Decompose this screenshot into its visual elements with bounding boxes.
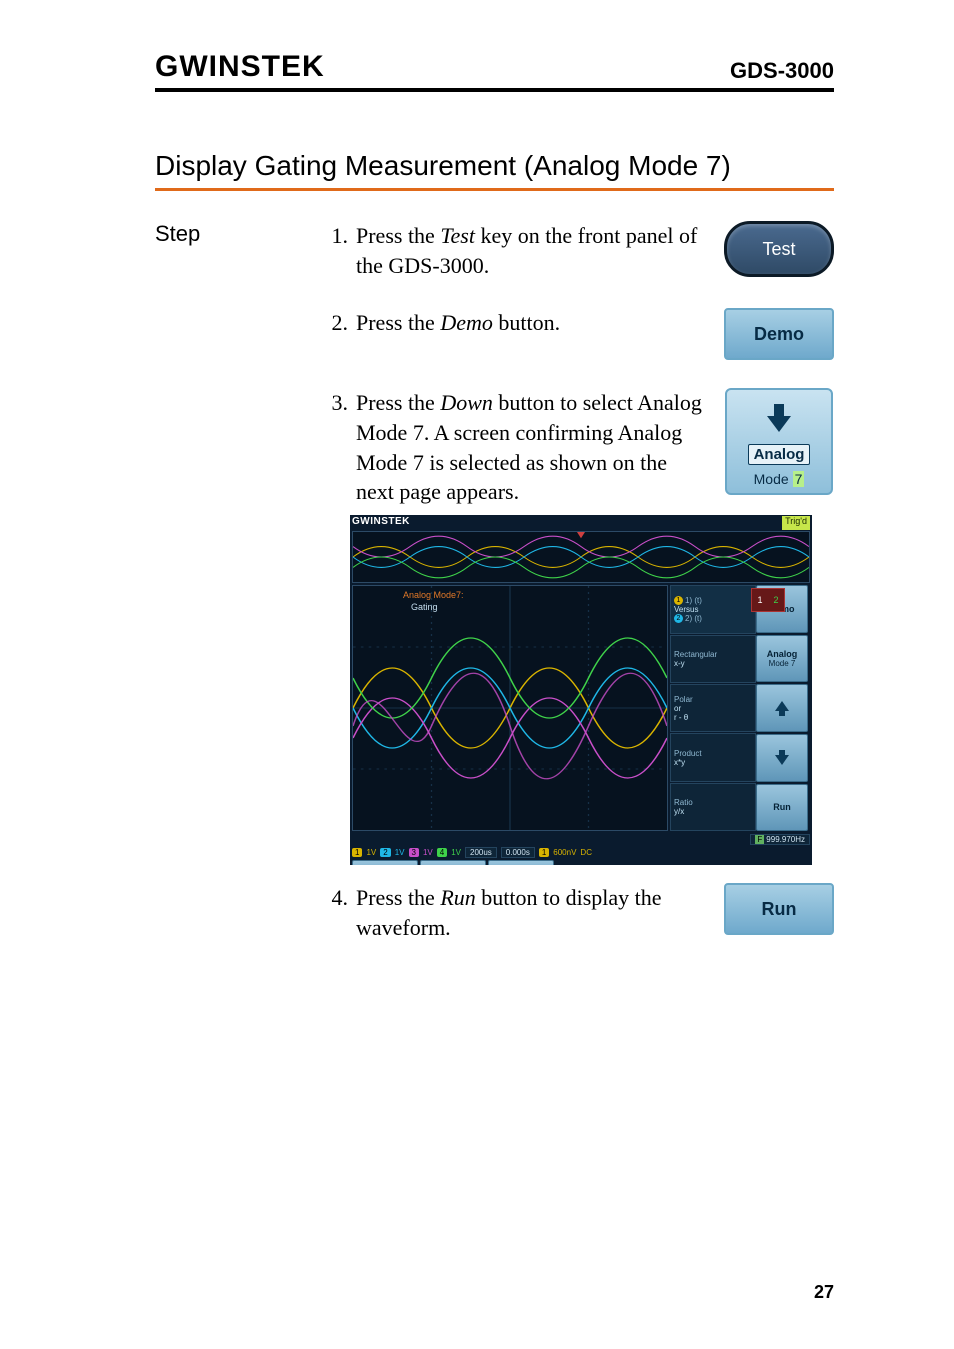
scope-side-label: Run xyxy=(773,802,791,812)
scope-side-up xyxy=(756,684,808,732)
scope-overview-strip xyxy=(352,531,810,583)
scope-trig-status: Trig'd xyxy=(782,516,810,530)
scope-menu-sub: Versus xyxy=(674,605,752,614)
mode-number: 7 xyxy=(793,471,805,487)
scope-mode-sub: Gating xyxy=(411,602,438,612)
step-number: 4. xyxy=(320,883,356,942)
scope-side-label: Analog xyxy=(767,649,798,659)
scope-side-down xyxy=(756,734,808,782)
section-rule xyxy=(155,188,834,191)
scope-menu-title: Polar xyxy=(674,695,752,704)
test-key-graphic: Test xyxy=(724,221,834,277)
scope-sel-a: 1 xyxy=(752,589,768,611)
scope-menu-item: Ratio y/x xyxy=(670,783,756,831)
step-row-2: 2. Press the Demo button. Demo xyxy=(155,308,834,360)
scope-menu-item: 1 1) (t) Versus 2 2) (t) 1 xyxy=(670,585,756,633)
scope-ch2-val: 1V xyxy=(395,848,405,857)
scope-side-menu: Demo Analog Mode 7 Run xyxy=(756,585,808,831)
step-row-4: 4. Press the Run button to display the w… xyxy=(155,883,834,942)
scope-delay: 0.000s xyxy=(501,847,535,858)
scope-ch3: 3 xyxy=(409,848,419,857)
step-paragraph: Press the Test key on the front panel of… xyxy=(356,221,706,280)
scope-ch1-val: 1V xyxy=(366,848,376,857)
scope-ch3-val: 1V xyxy=(423,848,433,857)
scope-bottom-app: APP. xyxy=(352,860,418,865)
step-number: 3. xyxy=(320,388,356,507)
down-arrow-icon xyxy=(773,749,791,767)
scope-menu-item: Polar or r - θ xyxy=(670,684,756,732)
down-arrow-icon xyxy=(759,398,799,438)
brand-text: GWINSTEK xyxy=(155,50,325,84)
step-number: 2. xyxy=(320,308,356,338)
run-button-graphic: Run xyxy=(724,883,834,935)
step-text-pre: Press the xyxy=(356,885,440,910)
up-arrow-icon xyxy=(773,699,791,717)
scope-trig-coupling: DC xyxy=(580,848,592,857)
demo-button-graphic: Demo xyxy=(724,308,834,360)
test-key-label: Test xyxy=(762,239,795,260)
scope-bottom-power: Power Analysis xyxy=(420,860,486,865)
scope-menu-sub: x*y xyxy=(674,758,752,767)
step-paragraph: Press the Run button to display the wave… xyxy=(356,883,706,942)
scope-menu-title: Rectangular xyxy=(674,650,752,659)
step-text-pre: Press the xyxy=(356,223,440,248)
step-paragraph: Press the Down button to select Analog M… xyxy=(356,388,706,507)
step-number: 1. xyxy=(320,221,356,280)
scope-mode-title: Analog Mode7: xyxy=(403,590,464,600)
mode-prefix: Mode xyxy=(754,471,789,487)
scope-menu-sub2: r - θ xyxy=(674,713,752,722)
scope-trig-level: 600nV xyxy=(553,848,576,857)
scope-menu-item: Rectangular x-y xyxy=(670,635,756,683)
demo-button-label: Demo xyxy=(754,324,804,345)
scope-bottom-demo: Demo xyxy=(488,860,554,865)
step-text-pre: Press the xyxy=(356,310,440,335)
step-label: Step xyxy=(155,221,320,247)
mode-label: Mode 7 xyxy=(754,471,805,487)
page-header: GWINSTEK GDS-3000 xyxy=(155,50,834,92)
scope-menu-sub2: 2) (t) xyxy=(685,614,702,623)
step-text-em: Run xyxy=(440,885,475,910)
scope-menu-title: Product xyxy=(674,749,752,758)
scope-channel-selector: 1 2 xyxy=(751,588,785,612)
scope-sel-b: 2 xyxy=(768,589,784,611)
scope-measure-menu: 1 1) (t) Versus 2 2) (t) 1 xyxy=(670,585,756,831)
scope-timebase: 200us xyxy=(465,847,497,858)
step-text-em: Down xyxy=(440,390,493,415)
step-text-em: Demo xyxy=(440,310,493,335)
scope-side-analog: Analog Mode 7 xyxy=(756,635,808,683)
scope-trig-ch: 1 xyxy=(539,848,549,857)
step-text-em: Test xyxy=(440,223,475,248)
scope-brand: GWINSTEK xyxy=(352,516,410,530)
scope-ch1: 1 xyxy=(352,848,362,857)
scope-ch2: 2 xyxy=(380,848,390,857)
scope-freq: F999.970Hz xyxy=(750,834,810,845)
scope-menu-sub: x-y xyxy=(674,659,752,668)
scope-ch4: 4 xyxy=(437,848,447,857)
scope-freq-value: 999.970Hz xyxy=(766,835,805,844)
step-row-1: Step 1. Press the Test key on the front … xyxy=(155,221,834,280)
scope-freq-label: F xyxy=(755,835,764,844)
step-text-post: button. xyxy=(493,310,560,335)
scope-side-run: Run xyxy=(756,784,808,832)
model-label: GDS-3000 xyxy=(730,58,834,84)
scope-side-sub: Mode 7 xyxy=(769,659,796,668)
run-button-label: Run xyxy=(762,899,797,920)
analog-mode-card: Analog Mode 7 xyxy=(725,388,833,495)
scope-waveform-area: Analog Mode7: Gating xyxy=(352,585,668,831)
section-title: Display Gating Measurement (Analog Mode … xyxy=(155,150,834,182)
scope-menu-sub: or xyxy=(674,704,752,713)
scope-menu-title: Ratio xyxy=(674,798,752,807)
step-row-3: 3. Press the Down button to select Analo… xyxy=(155,388,834,507)
scope-screenshot: GWINSTEK Trig'd xyxy=(350,515,812,865)
scope-menu-title: 1) (t) xyxy=(685,596,702,605)
step-text-pre: Press the xyxy=(356,390,440,415)
step-paragraph: Press the Demo button. xyxy=(356,308,706,338)
scope-bottom-bar: F999.970Hz 11V 21V 31V 41V 200us 0.000s … xyxy=(352,833,810,865)
scope-menu-sub: y/x xyxy=(674,807,752,816)
scope-ch4-val: 1V xyxy=(451,848,461,857)
scope-menu-item: Product x*y xyxy=(670,733,756,781)
page-number: 27 xyxy=(814,1282,834,1303)
analog-label: Analog xyxy=(748,444,811,465)
brand-logo: GWINSTEK xyxy=(155,50,325,84)
